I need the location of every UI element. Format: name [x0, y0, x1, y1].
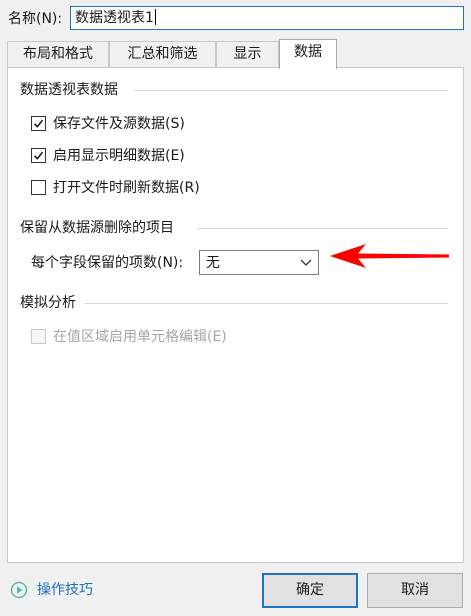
- play-circle-icon[interactable]: [10, 581, 28, 599]
- enable-show-details-label: 启用显示明细数据(E): [53, 148, 185, 164]
- items-per-field-select[interactable]: 无: [199, 250, 319, 275]
- pivot-name-input[interactable]: 数据透视表1: [70, 6, 464, 30]
- section-title-pivot-data: 数据透视表数据: [20, 82, 118, 98]
- tab-panel-data: [7, 67, 464, 563]
- text-caret: [154, 9, 156, 25]
- cancel-button[interactable]: 取消: [367, 573, 463, 608]
- checkmark-icon: [33, 151, 44, 160]
- section-divider: [197, 228, 448, 229]
- help-tips-link[interactable]: 操作技巧: [37, 580, 93, 600]
- section-title-what-if: 模拟分析: [20, 295, 76, 311]
- enable-show-details-checkbox[interactable]: [31, 148, 46, 163]
- section-title-retain-items: 保留从数据源删除的项目: [20, 220, 174, 236]
- checkmark-icon: [33, 119, 44, 128]
- save-source-data-checkbox[interactable]: [31, 116, 46, 131]
- ok-button[interactable]: 确定: [262, 573, 358, 608]
- tab-layout-format[interactable]: 布局和格式: [7, 41, 109, 67]
- tab-totals-filters[interactable]: 汇总和筛选: [109, 41, 216, 67]
- red-arrow-icon: [330, 244, 449, 268]
- pivot-name-value: 数据透视表1: [75, 10, 154, 26]
- section-divider: [85, 303, 448, 304]
- save-source-data-label: 保存文件及源数据(S): [53, 116, 185, 132]
- enable-cell-editing-checkbox[interactable]: [31, 329, 46, 344]
- refresh-on-open-label: 打开文件时刷新数据(R): [53, 180, 200, 196]
- refresh-on-open-checkbox[interactable]: [31, 180, 46, 195]
- items-per-field-value: 无: [206, 255, 220, 271]
- tab-display[interactable]: 显示: [216, 41, 279, 67]
- chevron-down-icon: [300, 259, 312, 266]
- enable-cell-editing-label: 在值区域启用单元格编辑(E): [53, 329, 227, 345]
- items-per-field-label: 每个字段保留的项数(N):: [31, 255, 184, 271]
- section-divider: [134, 90, 448, 91]
- tab-data[interactable]: 数据: [279, 39, 337, 69]
- name-label: 名称(N):: [8, 11, 63, 27]
